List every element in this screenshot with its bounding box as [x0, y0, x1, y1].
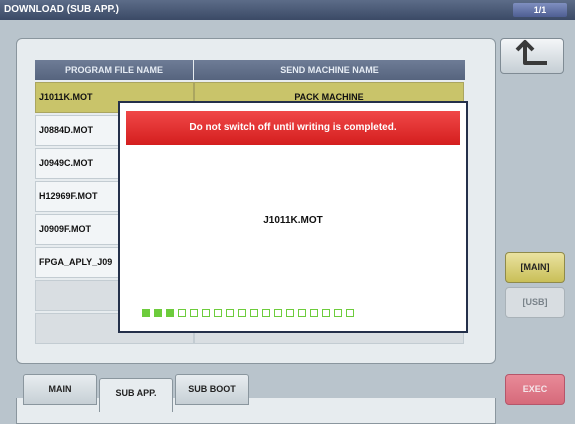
progress-cell: [226, 309, 234, 317]
progress-cell: [190, 309, 198, 317]
back-button[interactable]: [500, 38, 564, 74]
title-bar: DOWNLOAD (SUB APP.) 1/1: [0, 0, 575, 20]
header-program-file-name: PROGRAM FILE NAME: [35, 60, 194, 80]
progress-cell: [346, 309, 354, 317]
progress-cell: [238, 309, 246, 317]
warning-banner: Do not switch off until writing is compl…: [126, 111, 460, 145]
progress-cell: [334, 309, 342, 317]
exec-button[interactable]: EXEC: [505, 374, 565, 405]
progress-cell: [178, 309, 186, 317]
writing-progress-dialog: Do not switch off until writing is compl…: [118, 101, 468, 333]
page-indicator: 1/1: [513, 3, 567, 17]
window-title: DOWNLOAD (SUB APP.): [4, 4, 119, 15]
progress-cell: [142, 309, 150, 317]
progress-cell: [322, 309, 330, 317]
progress-cell: [214, 309, 222, 317]
progress-cell: [202, 309, 210, 317]
main-storage-button[interactable]: [MAIN]: [505, 252, 565, 283]
tab-sub-app[interactable]: SUB APP.: [99, 378, 173, 412]
header-send-machine-name: SEND MACHINE NAME: [194, 60, 465, 80]
progress-indicator: [142, 309, 358, 317]
progress-cell: [310, 309, 318, 317]
progress-cell: [262, 309, 270, 317]
progress-cell: [154, 309, 162, 317]
table-header: PROGRAM FILE NAME SEND MACHINE NAME: [35, 60, 465, 80]
progress-cell: [298, 309, 306, 317]
writing-file-name: J1011K.MOT: [263, 215, 323, 226]
progress-cell: [274, 309, 282, 317]
tab-sub-boot[interactable]: SUB BOOT: [175, 374, 249, 405]
usb-storage-button[interactable]: [USB]: [505, 287, 565, 318]
progress-cell: [250, 309, 258, 317]
tab-main[interactable]: MAIN: [23, 374, 97, 405]
return-arrow-icon: [515, 40, 547, 65]
progress-cell: [166, 309, 174, 317]
progress-cell: [286, 309, 294, 317]
